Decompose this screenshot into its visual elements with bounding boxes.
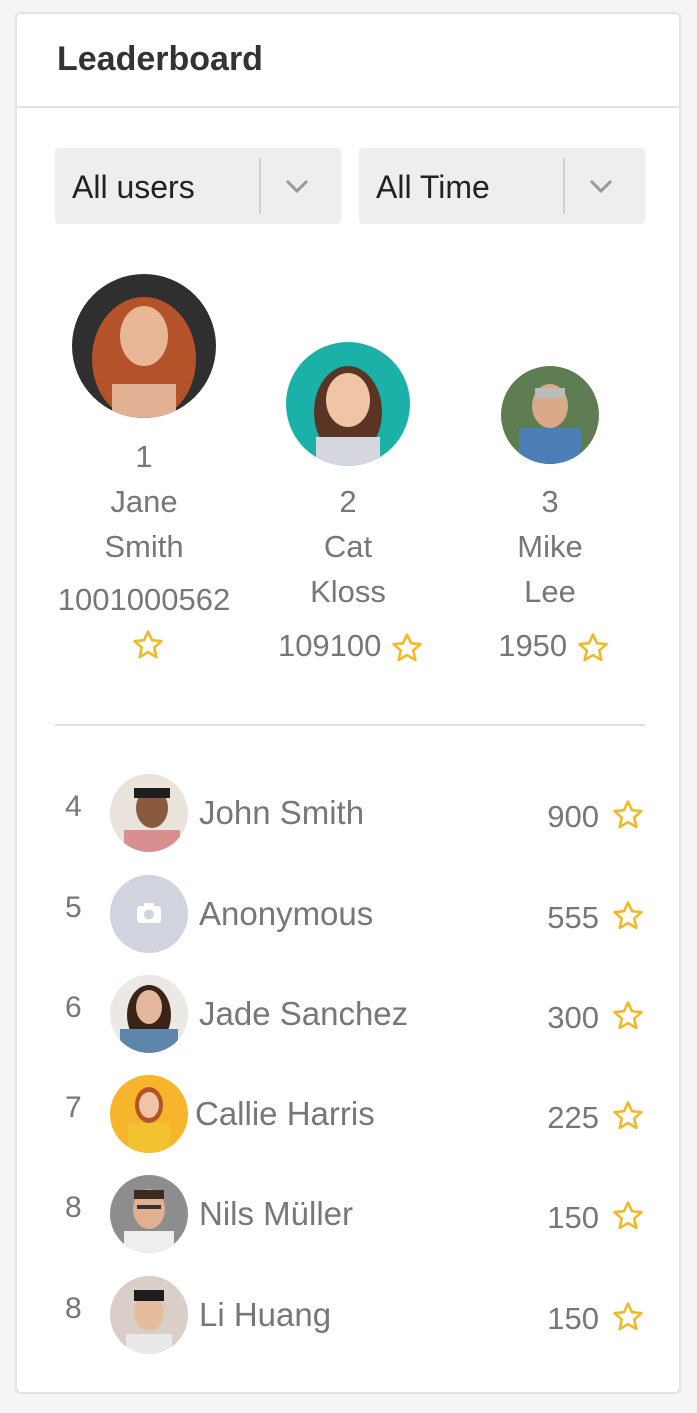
avatar-rank-3[interactable] [501,366,599,464]
user-first-name: Jane [110,484,178,519]
podium-2-info: 2 Cat Kloss [271,479,425,614]
score-value: 900 [547,799,599,834]
rank-number: 8 [65,1292,82,1325]
users-filter-value: All users [72,169,195,205]
score-value: 150 [547,1200,599,1235]
user-name: Nils Müller [199,1195,354,1232]
leaderboard-card: Leaderboard All users All Time 1 Jane Sm… [15,12,681,1394]
rank-number: 5 [65,891,82,924]
score-value: 225 [547,1100,599,1135]
rank-number: 2 [339,484,357,519]
star-icon [613,1201,643,1230]
chevron-down-icon [589,179,613,194]
avatar-rank-2[interactable] [286,342,410,466]
score-value: 150 [547,1301,599,1336]
avatar-rank-1[interactable] [72,274,216,418]
podium-3-score: 1950 [479,628,629,665]
score-value: 109100 [277,628,382,663]
star-icon [613,1302,643,1331]
avatar [110,1075,188,1153]
user-name: Li Huang [199,1296,332,1333]
avatar [110,975,188,1053]
list-item[interactable]: 7 Callie Harris 225 [55,1075,645,1155]
user-photo-icon [72,274,216,418]
rank-number: 6 [65,991,82,1024]
select-divider [563,158,565,214]
list-item[interactable]: 8 Li Huang 150 [55,1276,645,1356]
user-first-name: Cat [323,529,373,564]
user-photo-icon [110,1075,188,1153]
avatar [110,1175,188,1253]
avatar [110,1276,188,1354]
podium-1-score: 1001000562 [27,582,261,618]
chevron-down-icon [285,179,309,194]
rank-number: 3 [541,484,559,519]
score-value: 1950 [498,628,568,663]
user-last-name: Lee [524,574,576,609]
rank-number: 8 [65,1191,82,1224]
list-item[interactable]: 4 John Smith 900 [55,774,645,854]
podium-1-info: 1 Jane Smith [57,434,231,569]
rank-number: 7 [65,1091,82,1124]
star-icon [133,630,163,659]
user-last-name: Smith [104,529,184,564]
score-value: 300 [547,1000,599,1035]
user-name: Jade Sanchez [199,995,409,1032]
user-name: Callie Harris [195,1095,375,1132]
camera-icon [110,875,188,953]
score-value: 555 [547,900,599,935]
star-icon [613,1101,643,1130]
star-icon [613,800,643,829]
rank-number: 1 [135,439,153,474]
star-icon [578,633,608,662]
user-photo-icon [110,975,188,1053]
avatar [110,774,188,852]
user-photo-icon [110,1276,188,1354]
card-header: Leaderboard [17,14,679,108]
score-value: 1001000562 [57,582,231,617]
user-name: John Smith [199,794,365,831]
list-item[interactable]: 8 Nils Müller 150 [55,1175,645,1255]
star-icon [613,901,643,930]
rank-number: 4 [65,790,82,823]
users-filter-select[interactable]: All users [55,148,341,224]
user-photo-icon [286,342,410,466]
select-divider [259,158,261,214]
user-name: Anonymous [199,895,374,932]
list-item[interactable]: 6 Jade Sanchez 300 [55,975,645,1055]
podium-3-info: 3 Mike Lee [475,479,625,614]
period-filter-select[interactable]: All Time [359,148,645,224]
star-icon [392,633,422,662]
list-item[interactable]: 5 Anonymous 555 [55,875,645,955]
user-photo-icon [110,774,188,852]
user-photo-icon [110,1175,188,1253]
page-title: Leaderboard [57,40,263,78]
user-first-name: Mike [517,529,583,564]
user-last-name: Kloss [310,574,386,609]
period-filter-value: All Time [376,169,490,205]
star-icon [613,1001,643,1030]
avatar-placeholder [110,875,188,953]
podium-2-score: 109100 [265,628,437,665]
user-photo-icon [501,366,599,464]
section-divider [55,724,645,726]
